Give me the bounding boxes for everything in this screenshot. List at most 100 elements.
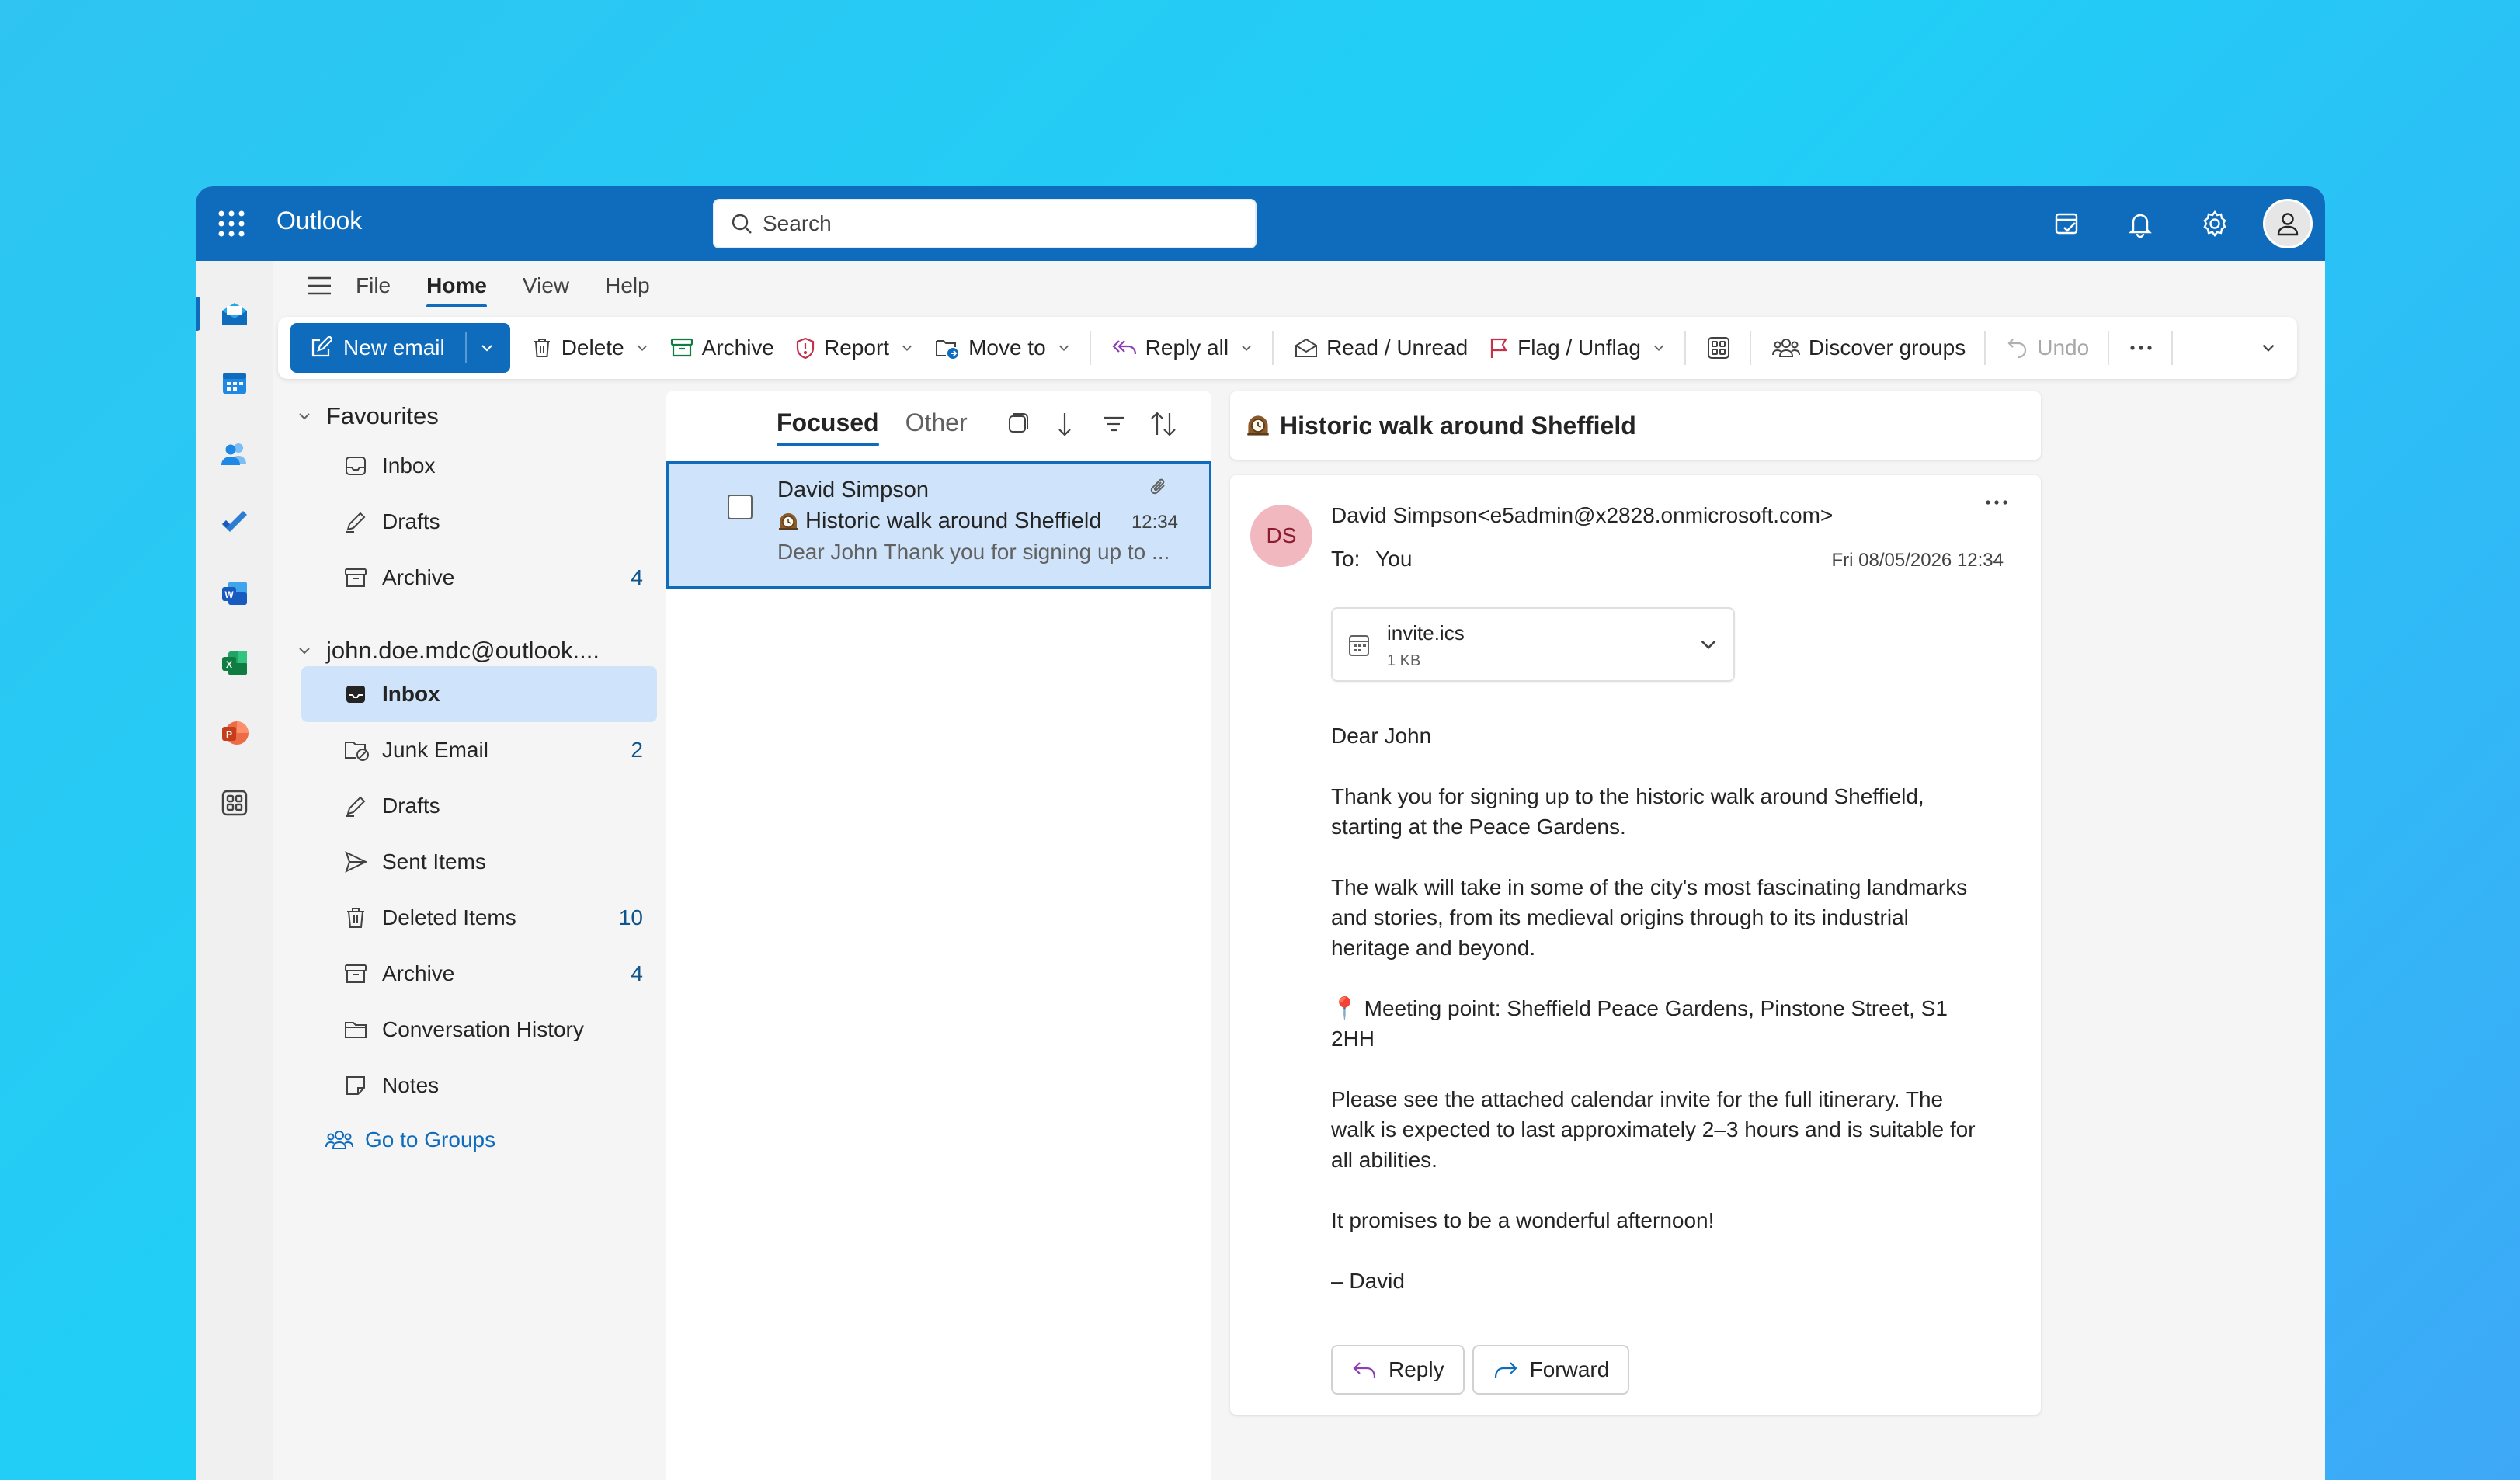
message-row[interactable]: David Simpson Historic walk around Sheff…	[666, 461, 1211, 589]
chevron-down-icon[interactable]	[1239, 341, 1253, 355]
app-launcher-icon[interactable]	[217, 210, 245, 238]
archive-button[interactable]: Archive	[669, 335, 774, 360]
attachment-size: 1 KB	[1387, 652, 1421, 669]
more-horizontal-icon	[2129, 344, 2153, 352]
body-paragraph: Please see the attached calendar invite …	[1331, 1087, 1976, 1172]
search-icon	[730, 212, 753, 235]
body-paragraph: – David	[1331, 1269, 1405, 1293]
discover-groups-button[interactable]: Discover groups	[1771, 335, 1966, 360]
flag-icon	[1488, 336, 1510, 360]
chevron-down-icon[interactable]	[1057, 341, 1071, 355]
folder-label: Drafts	[382, 509, 440, 533]
chevron-down-icon[interactable]	[1698, 634, 1719, 655]
message-card: DS David Simpson<e5admin@x2828.onmicroso…	[1230, 475, 2041, 1415]
people-icon[interactable]	[216, 435, 253, 472]
move-to-button[interactable]: Move to	[934, 335, 1071, 360]
excel-icon[interactable]: X	[216, 644, 253, 682]
read-unread-button[interactable]: Read / Unread	[1294, 335, 1468, 360]
folder-label: Inbox	[382, 453, 436, 478]
favourites-label: Favourites	[326, 402, 439, 429]
ribbon-toolbar: New email Delete Archive Report Move to	[278, 317, 2297, 379]
pencil-icon	[343, 509, 368, 534]
app-title[interactable]: Outlook	[276, 207, 362, 235]
gear-icon[interactable]	[2196, 205, 2233, 242]
message-sender: David Simpson	[777, 478, 930, 502]
body-paragraph: It promises to be a wonderful afternoon!	[1331, 1208, 1715, 1232]
outlook-window: Outlook Search W X P File Home View Help…	[196, 186, 2325, 1480]
top-bar: Outlook Search	[196, 186, 2325, 261]
message-date: Fri 08/05/2026 12:34	[1831, 550, 2004, 571]
report-button[interactable]: Report	[794, 335, 914, 360]
folder-pane: Favourites Inbox Drafts Archive 4 john.d…	[273, 388, 652, 1480]
read-unread-label: Read / Unread	[1326, 335, 1469, 360]
recipient[interactable]: You	[1375, 547, 1412, 571]
sender-avatar[interactable]: DS	[1250, 505, 1312, 567]
divider	[2171, 331, 2174, 365]
divider	[1684, 331, 1686, 365]
report-label: Report	[824, 335, 890, 360]
favourites-header[interactable]: Favourites	[297, 402, 439, 430]
attachment-card[interactable]: invite.ics 1 KB	[1331, 607, 1735, 682]
tab-other[interactable]: Other	[905, 408, 968, 442]
select-mode-icon[interactable]	[1003, 410, 1031, 438]
more-apps-icon[interactable]	[216, 784, 253, 822]
chevron-down-icon[interactable]	[635, 341, 649, 355]
word-icon[interactable]: W	[216, 575, 253, 612]
message-checkbox[interactable]	[728, 495, 753, 519]
chevron-down-icon[interactable]	[479, 340, 495, 356]
divider	[2108, 331, 2110, 365]
account-avatar[interactable]	[2263, 199, 2313, 248]
more-options-button[interactable]	[2129, 344, 2153, 352]
account-header[interactable]: john.doe.mdc@outlook....	[297, 637, 600, 665]
tab-help[interactable]: Help	[605, 270, 650, 301]
body-paragraph: The walk will take in some of the city's…	[1331, 875, 1968, 960]
reply-all-button[interactable]: Reply all	[1111, 335, 1253, 360]
undo-button[interactable]: Undo	[2006, 335, 2089, 360]
tab-focused[interactable]: Focused	[777, 408, 879, 446]
my-day-icon[interactable]	[2049, 205, 2086, 242]
tab-file[interactable]: File	[356, 270, 391, 301]
message-actions: Reply Forward	[1331, 1345, 1637, 1395]
todo-icon[interactable]	[216, 505, 253, 542]
chevron-down-icon[interactable]	[900, 341, 914, 355]
search-input[interactable]: Search	[713, 199, 1257, 248]
calendar-icon[interactable]	[216, 365, 253, 402]
mail-icon[interactable]	[216, 295, 253, 332]
to-label: To:	[1331, 547, 1361, 571]
apps-button[interactable]	[1706, 335, 1731, 360]
shield-icon	[794, 336, 816, 360]
forward-button[interactable]: Forward	[1472, 1345, 1630, 1395]
bell-icon[interactable]	[2122, 205, 2159, 242]
message-subject: Historic walk around Sheffield	[777, 509, 1102, 534]
chevron-down-icon	[297, 643, 312, 658]
tab-home[interactable]: Home	[426, 270, 487, 307]
message-body: Dear John Thank you for signing up to th…	[1331, 721, 1983, 1326]
message-time: 12:34	[1131, 512, 1178, 533]
trash-icon	[530, 336, 554, 360]
calendar-file-icon	[1347, 632, 1371, 658]
move-to-label: Move to	[968, 335, 1046, 360]
flag-unflag-button[interactable]: Flag / Unflag	[1488, 335, 1666, 360]
app-rail: W X P	[196, 261, 273, 1480]
filter-icon[interactable]	[1100, 410, 1128, 438]
favourite-drafts[interactable]: Drafts	[301, 494, 657, 550]
favourite-archive[interactable]: Archive 4	[301, 550, 657, 606]
jump-to-icon[interactable]	[1053, 410, 1076, 438]
favourite-inbox[interactable]: Inbox	[301, 438, 657, 494]
sort-icon[interactable]	[1148, 410, 1179, 438]
rail-selection-indicator	[196, 297, 200, 331]
more-horizontal-icon[interactable]	[1985, 499, 2008, 506]
search-placeholder: Search	[763, 211, 832, 235]
reply-button[interactable]: Reply	[1331, 1345, 1465, 1395]
sender-address[interactable]: David Simpson<e5admin@x2828.onmicrosoft.…	[1331, 503, 1833, 528]
hamburger-menu-icon[interactable]	[306, 275, 332, 297]
svg-text:P: P	[226, 729, 232, 740]
new-email-button[interactable]: New email	[290, 323, 510, 373]
expand-ribbon-button[interactable]	[2260, 339, 2277, 356]
people-group-icon	[1771, 336, 1801, 360]
delete-button[interactable]: Delete	[530, 335, 649, 360]
chevron-down-icon[interactable]	[1652, 341, 1666, 355]
account-label: john.doe.mdc@outlook....	[326, 637, 600, 664]
powerpoint-icon[interactable]: P	[216, 714, 253, 752]
tab-view[interactable]: View	[523, 270, 569, 301]
